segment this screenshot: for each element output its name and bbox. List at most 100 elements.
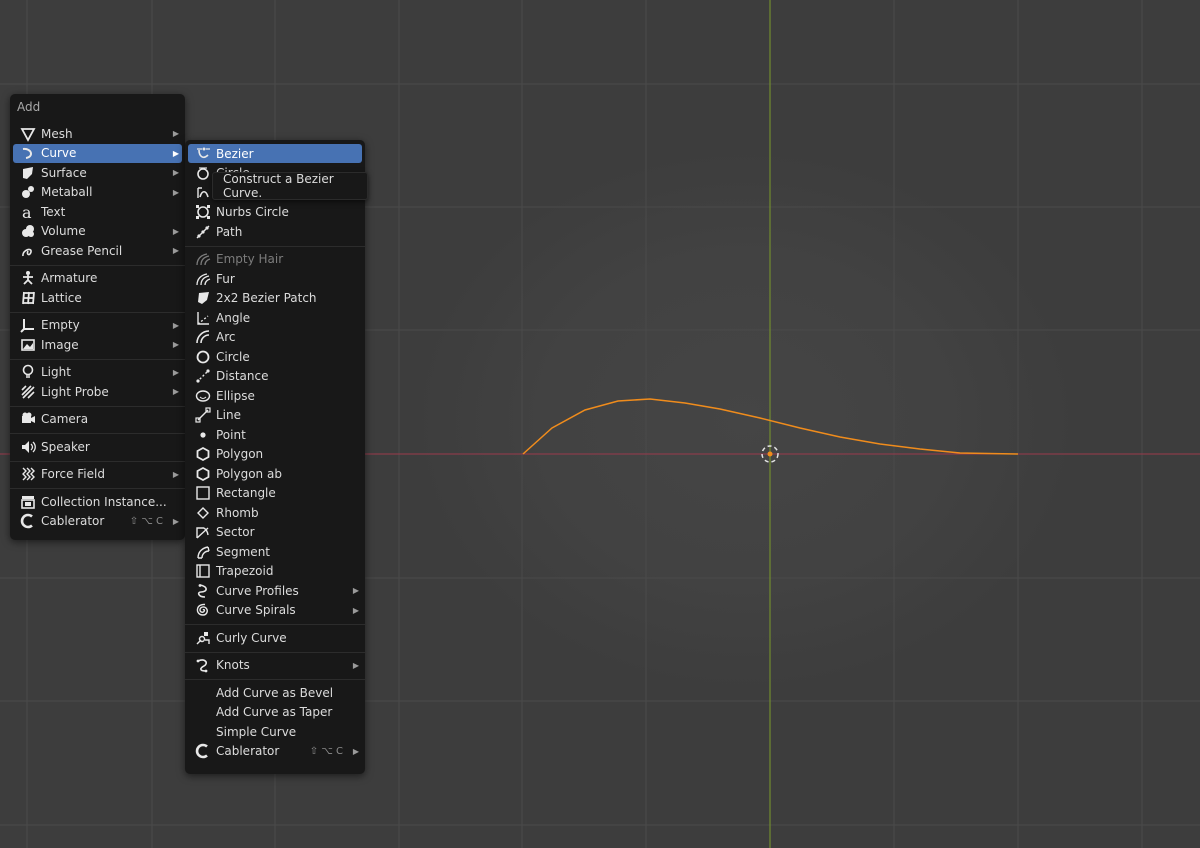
curve-menu-item-curly-curve[interactable]: Curly Curve bbox=[188, 628, 362, 647]
angle-icon bbox=[194, 310, 212, 326]
menu-item-label: Force Field bbox=[41, 467, 105, 481]
menu-item-label: Speaker bbox=[41, 439, 90, 454]
menu-item-label: Text bbox=[41, 204, 66, 219]
menu-item-label: Rectangle bbox=[216, 486, 276, 500]
curve-submenu: BezierCircleNurbs CurveNurbs CirclePathE… bbox=[185, 140, 365, 774]
force-field-icon bbox=[19, 466, 37, 482]
light-probe-icon bbox=[19, 384, 37, 400]
curve-menu-item-polygon-ab[interactable]: Polygon ab bbox=[188, 464, 362, 483]
menu-item-label: Add Curve as Bevel bbox=[216, 685, 334, 700]
menu-item-label: Mesh bbox=[41, 126, 73, 141]
add-menu-item-metaball[interactable]: Metaball ▶ bbox=[13, 183, 182, 202]
blank-icon-slot bbox=[194, 724, 212, 740]
arc-icon bbox=[194, 329, 212, 345]
curve-menu-item-curve-profiles[interactable]: Curve Profiles ▶ bbox=[188, 581, 362, 600]
polygon-icon bbox=[194, 446, 212, 462]
curve-menu-item-segment[interactable]: Segment bbox=[188, 542, 362, 561]
add-menu-item-armature[interactable]: Armature bbox=[13, 269, 182, 288]
submenu-arrow-icon: ▶ bbox=[172, 148, 179, 158]
add-menu-item-light[interactable]: Light ▶ bbox=[13, 363, 182, 382]
add-menu-item-lattice[interactable]: Lattice bbox=[13, 288, 182, 307]
curve-spirals-icon bbox=[194, 602, 212, 618]
menu-item-label: Surface bbox=[41, 165, 87, 180]
curve-menu-item-point[interactable]: Point bbox=[188, 425, 362, 444]
curve-icon bbox=[19, 145, 37, 161]
add-menu-item-camera[interactable]: Camera bbox=[13, 410, 182, 429]
bezier-icon bbox=[194, 146, 212, 162]
curve-menu-item-rhomb[interactable]: Rhomb bbox=[188, 503, 362, 522]
menu-item-label: Rhomb bbox=[216, 505, 259, 520]
curve-menu-item-add-curve-as-taper[interactable]: Add Curve as Taper bbox=[188, 703, 362, 722]
submenu-arrow-icon: ▶ bbox=[172, 367, 179, 377]
curve-menu-item-ellipse[interactable]: Ellipse bbox=[188, 386, 362, 405]
curve-menu-item-add-curve-as-bevel[interactable]: Add Curve as Bevel bbox=[188, 683, 362, 702]
menu-item-label: Ellipse bbox=[216, 388, 255, 403]
bezier-circle-icon bbox=[194, 165, 212, 181]
add-menu-item-text[interactable]: a Text bbox=[13, 202, 182, 221]
shortcut-hint: ⇧ ⌥ C bbox=[129, 515, 163, 527]
submenu-arrow-icon: ▶ bbox=[172, 387, 179, 396]
circle-icon bbox=[194, 349, 212, 365]
menu-item-label: Angle bbox=[216, 310, 251, 325]
submenu-arrow-icon: ▶ bbox=[352, 586, 359, 595]
curve-menu-item-arc[interactable]: Arc bbox=[188, 328, 362, 347]
submenu-arrow-icon: ▶ bbox=[352, 746, 359, 756]
curve-menu-item-path[interactable]: Path bbox=[188, 222, 362, 241]
add-menu-item-image[interactable]: Image ▶ bbox=[13, 335, 182, 354]
add-menu-item-light-probe[interactable]: Light Probe ▶ bbox=[13, 382, 182, 401]
curve-menu-item-knots[interactable]: Knots ▶ bbox=[188, 656, 362, 675]
curve-menu-item-rectangle[interactable]: Rectangle bbox=[188, 484, 362, 503]
curve-menu-item-2x2-bezier-patch[interactable]: 2x2 Bezier Patch bbox=[188, 289, 362, 308]
bezier-tooltip: Construct a Bezier Curve. bbox=[212, 172, 368, 200]
menu-separator bbox=[10, 358, 185, 360]
curve-menu-item-nurbs-circle[interactable]: Nurbs Circle bbox=[188, 203, 362, 222]
shortcut-hint: ⇧ ⌥ C bbox=[309, 745, 343, 757]
ellipse-icon bbox=[194, 388, 212, 404]
menu-item-label: Arc bbox=[216, 330, 236, 344]
metaball-icon bbox=[19, 184, 37, 200]
curve-menu-item-polygon[interactable]: Polygon bbox=[188, 445, 362, 464]
fur-icon bbox=[194, 271, 212, 287]
rhomb-icon bbox=[194, 505, 212, 521]
curve-menu-item-curve-spirals[interactable]: Curve Spirals ▶ bbox=[188, 601, 362, 620]
menu-item-label: Point bbox=[216, 427, 246, 442]
menu-separator bbox=[10, 264, 185, 266]
add-menu: Add Mesh ▶ Curve ▶ Surface ▶ Metaball ▶ a Text Vol… bbox=[10, 94, 185, 540]
curve-menu-item-cablerator[interactable]: Cablerator ⇧ ⌥ C ▶ bbox=[188, 742, 362, 761]
add-menu-item-surface[interactable]: Surface ▶ bbox=[13, 163, 182, 182]
menu-item-label: 2x2 Bezier Patch bbox=[216, 291, 317, 305]
submenu-arrow-icon: ▶ bbox=[172, 129, 179, 138]
curve-menu-item-trapezoid[interactable]: Trapezoid bbox=[188, 562, 362, 581]
sector-icon bbox=[194, 524, 212, 540]
curve-menu-item-fur[interactable]: Fur bbox=[188, 269, 362, 288]
text-icon: a bbox=[19, 204, 37, 220]
blank-icon-slot bbox=[194, 685, 212, 701]
add-menu-item-curve[interactable]: Curve ▶ bbox=[13, 143, 182, 163]
add-menu-item-collection-instance[interactable]: Collection Instance... bbox=[13, 492, 182, 511]
curve-menu-item-simple-curve[interactable]: Simple Curve bbox=[188, 722, 362, 741]
menu-item-label: Circle bbox=[216, 349, 250, 364]
add-menu-item-speaker[interactable]: Speaker bbox=[13, 437, 182, 456]
distance-icon bbox=[194, 368, 212, 384]
curve-menu-item-distance[interactable]: Distance bbox=[188, 367, 362, 386]
add-menu-item-mesh[interactable]: Mesh ▶ bbox=[13, 124, 182, 143]
add-menu-item-cablerator[interactable]: Cablerator ⇧ ⌥ C ▶ bbox=[13, 512, 182, 531]
add-menu-item-empty[interactable]: Empty ▶ bbox=[13, 316, 182, 335]
curve-menu-item-line[interactable]: Line bbox=[188, 406, 362, 425]
menu-item-label: Add Curve as Taper bbox=[216, 705, 333, 719]
curve-menu-item-circle[interactable]: Circle bbox=[188, 347, 362, 366]
tooltip-text: Construct a Bezier Curve. bbox=[223, 172, 334, 200]
add-menu-item-grease-pencil[interactable]: Grease Pencil ▶ bbox=[13, 241, 182, 260]
submenu-arrow-icon: ▶ bbox=[172, 340, 179, 349]
add-menu-item-force-field[interactable]: Force Field ▶ bbox=[13, 465, 182, 484]
submenu-arrow-icon: ▶ bbox=[172, 226, 179, 236]
add-menu-item-volume[interactable]: Volume ▶ bbox=[13, 222, 182, 241]
menu-item-label: Fur bbox=[216, 271, 235, 286]
curve-menu-item-angle[interactable]: Angle bbox=[188, 308, 362, 327]
curve-menu-item-bezier[interactable]: Bezier bbox=[188, 144, 362, 163]
menu-separator bbox=[10, 405, 185, 407]
submenu-arrow-icon: ▶ bbox=[172, 246, 179, 255]
curve-menu-item-sector[interactable]: Sector bbox=[188, 523, 362, 542]
menu-item-label: Curve bbox=[41, 146, 77, 160]
menu-item-label: Simple Curve bbox=[216, 724, 297, 739]
